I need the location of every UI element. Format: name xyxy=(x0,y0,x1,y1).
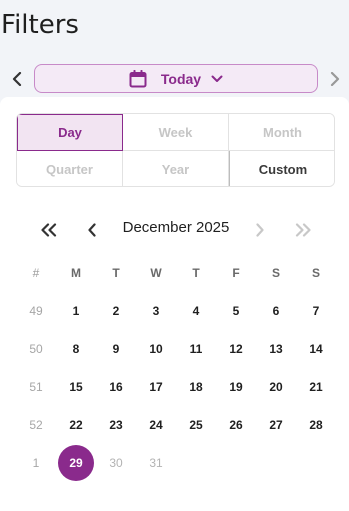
day-cell[interactable]: 11 xyxy=(176,330,216,368)
chevron-left-icon xyxy=(88,223,96,237)
day-cell[interactable]: 23 xyxy=(96,406,136,444)
tab-month[interactable]: Month xyxy=(229,114,334,151)
weekday-header: W xyxy=(150,266,162,280)
page-title: Filters xyxy=(1,10,79,40)
calendar-header: December 2025 xyxy=(0,215,349,245)
day-cell[interactable]: 18 xyxy=(176,368,216,406)
day-cell[interactable]: 6 xyxy=(256,292,296,330)
selected-day-label: 29 xyxy=(58,445,94,481)
day-cell[interactable]: 8 xyxy=(56,330,96,368)
day-cell[interactable]: 30 xyxy=(96,444,136,482)
day-cell[interactable]: 4 xyxy=(176,292,216,330)
tab-custom[interactable]: Custom xyxy=(229,151,334,186)
day-cell[interactable]: 28 xyxy=(296,406,336,444)
date-picker-panel: Day Week Month Quarter Year Custom Decem… xyxy=(0,97,349,511)
weekday-header: T xyxy=(112,266,120,280)
day-cell[interactable]: 22 xyxy=(56,406,96,444)
calendar-week-row: 50 8 9 10 11 12 13 14 xyxy=(16,330,336,368)
week-number: 52 xyxy=(29,418,43,432)
weekday-header-row: # M T W T F S S xyxy=(16,254,336,292)
day-cell[interactable]: 3 xyxy=(136,292,176,330)
weekday-header: M xyxy=(71,266,81,280)
previous-year-button[interactable] xyxy=(36,219,62,241)
day-cell[interactable]: 26 xyxy=(216,406,256,444)
week-number: 50 xyxy=(29,342,43,356)
chevron-left-icon xyxy=(12,72,22,86)
tab-day[interactable]: Day xyxy=(17,114,123,151)
week-number: 51 xyxy=(29,380,43,394)
weekday-header: F xyxy=(232,266,240,280)
day-cell[interactable]: 15 xyxy=(56,368,96,406)
next-period-button[interactable] xyxy=(323,63,347,95)
day-cell[interactable]: 7 xyxy=(296,292,336,330)
day-cell[interactable]: 13 xyxy=(256,330,296,368)
day-cell[interactable]: 19 xyxy=(216,368,256,406)
weekday-header: S xyxy=(271,266,280,280)
tab-quarter[interactable]: Quarter xyxy=(17,151,123,186)
chevron-right-icon xyxy=(256,223,264,237)
calendar-week-row: 1 29 30 31 xyxy=(16,444,336,482)
selected-day-cell[interactable]: 29 xyxy=(56,444,96,482)
date-nav-row: Today xyxy=(0,63,349,95)
weekday-header: T xyxy=(192,266,200,280)
day-cell[interactable]: 9 xyxy=(96,330,136,368)
day-cell[interactable]: 12 xyxy=(216,330,256,368)
week-number-header: # xyxy=(32,266,40,280)
double-chevron-left-icon xyxy=(41,223,57,237)
today-label: Today xyxy=(160,70,202,87)
chevron-right-icon xyxy=(330,72,340,86)
day-cell[interactable]: 25 xyxy=(176,406,216,444)
day-cell[interactable]: 17 xyxy=(136,368,176,406)
day-cell[interactable]: 31 xyxy=(136,444,176,482)
day-cell[interactable]: 20 xyxy=(256,368,296,406)
week-number: 49 xyxy=(29,304,43,318)
calendar-week-row: 51 15 16 17 18 19 20 21 xyxy=(16,368,336,406)
previous-period-button[interactable] xyxy=(5,63,29,95)
week-number: 1 xyxy=(32,456,40,470)
day-cell[interactable]: 24 xyxy=(136,406,176,444)
today-dropdown-button[interactable]: Today xyxy=(34,64,318,93)
next-month-button[interactable] xyxy=(247,219,273,241)
calendar-week-row: 49 1 2 3 4 5 6 7 xyxy=(16,292,336,330)
day-cell[interactable]: 27 xyxy=(256,406,296,444)
filters-page: Filters Today Day Week Month Quarter Yea… xyxy=(0,0,349,511)
calendar-week-row: 52 22 23 24 25 26 27 28 xyxy=(16,406,336,444)
next-year-button[interactable] xyxy=(290,219,316,241)
previous-month-button[interactable] xyxy=(79,219,105,241)
day-cell[interactable]: 14 xyxy=(296,330,336,368)
day-cell[interactable]: 16 xyxy=(96,368,136,406)
day-cell[interactable]: 5 xyxy=(216,292,256,330)
day-cell[interactable]: 1 xyxy=(56,292,96,330)
month-year-label: December 2025 xyxy=(122,219,230,236)
double-chevron-right-icon xyxy=(295,223,311,237)
weekday-header: S xyxy=(311,266,320,280)
chevron-down-icon xyxy=(211,75,223,82)
day-cell[interactable]: 10 xyxy=(136,330,176,368)
tab-year[interactable]: Year xyxy=(123,151,229,186)
calendar-grid: # M T W T F S S 49 1 2 3 4 5 6 7 50 8 9 10 11 12 13 14 5… xyxy=(16,254,336,482)
calendar-icon xyxy=(129,69,147,87)
tab-week[interactable]: Week xyxy=(123,114,229,151)
day-cell[interactable]: 21 xyxy=(296,368,336,406)
period-selector: Day Week Month Quarter Year Custom xyxy=(16,113,335,187)
day-cell[interactable]: 2 xyxy=(96,292,136,330)
